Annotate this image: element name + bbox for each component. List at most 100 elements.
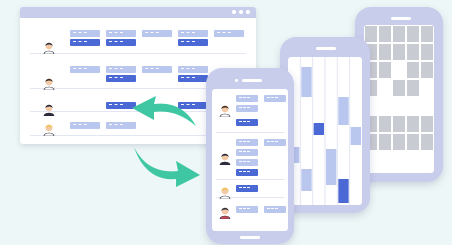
shift-block: [236, 159, 258, 166]
shift-block-highlighted: [236, 169, 258, 176]
shift-block: [236, 206, 258, 213]
row-divider: [216, 179, 284, 180]
schedule-bar: [326, 149, 337, 185]
placeholder-text-line: [239, 208, 250, 210]
window-dot-icon: [232, 10, 236, 14]
grid-cell: [407, 26, 419, 42]
person-avatar-icon: [43, 78, 55, 90]
grid-cell: [421, 134, 433, 150]
placeholder-text-line: [73, 32, 87, 34]
row-divider: [216, 132, 284, 133]
phone-camera-icon: [235, 79, 238, 82]
grid-cell: [393, 134, 405, 150]
grid-cell: [407, 134, 419, 150]
shift-block-highlighted: [178, 39, 208, 46]
shift-block-highlighted: [106, 39, 136, 46]
shift-block-highlighted: [236, 185, 258, 192]
placeholder-text-line: [73, 124, 87, 126]
placeholder-text-line: [239, 187, 250, 189]
shift-block: [70, 66, 100, 73]
schedule-grid: [289, 57, 361, 205]
shift-block: [236, 149, 258, 156]
shift-block-highlighted: [236, 119, 258, 126]
shift-block-highlighted: [70, 39, 100, 46]
shift-block: [214, 30, 244, 37]
schedule-grid: [365, 26, 433, 150]
placeholder-text-line: [239, 107, 250, 109]
window-dot-icon: [239, 10, 243, 14]
grid-cell: [407, 62, 419, 78]
shift-block: [236, 95, 258, 102]
grid-cell: [365, 26, 377, 42]
front-phone: [206, 68, 294, 244]
placeholder-text-line: [73, 68, 87, 70]
shift-block: [264, 206, 286, 213]
schedule-bar: [313, 123, 324, 135]
person-avatar-icon: [43, 42, 55, 54]
shift-block: [142, 30, 172, 37]
shift-block: [70, 122, 100, 129]
phone-speaker: [316, 47, 336, 50]
shift-block: [264, 95, 286, 102]
placeholder-text-line: [145, 32, 159, 34]
schedule-bar: [301, 169, 312, 191]
grid-cell: [379, 44, 391, 60]
grid-cell: [379, 62, 391, 78]
schedule-bar: [350, 127, 361, 145]
shift-block: [178, 66, 208, 73]
grid-cell: [393, 116, 405, 132]
person-avatar-icon: [43, 124, 55, 136]
placeholder-text-line: [239, 171, 250, 173]
person-avatar-icon: [219, 153, 231, 165]
placeholder-text-line: [239, 151, 250, 153]
placeholder-text-line: [109, 32, 123, 34]
grid-cell: [379, 116, 391, 132]
phone-speaker: [242, 79, 262, 82]
grid-cell: [393, 26, 405, 42]
shift-block: [236, 105, 258, 112]
placeholder-text-line: [109, 41, 123, 43]
shift-block: [236, 139, 258, 146]
placeholder-text-line: [145, 68, 159, 70]
shift-block: [106, 30, 136, 37]
grid-cell: [393, 80, 405, 96]
placeholder-text-line: [109, 124, 123, 126]
placeholder-text-line: [109, 77, 123, 79]
shift-block: [178, 30, 208, 37]
window-controls: [232, 10, 250, 14]
placeholder-text-line: [73, 41, 87, 43]
person-avatar-icon: [219, 105, 231, 117]
placeholder-text-line: [267, 208, 278, 210]
placeholder-text-line: [109, 104, 123, 106]
shift-block: [142, 66, 172, 73]
placeholder-text-line: [181, 68, 195, 70]
browser-titlebar: [20, 7, 256, 18]
grid-cell: [393, 44, 405, 60]
grid-cell: [421, 116, 433, 132]
placeholder-text-line: [239, 141, 250, 143]
grid-cell: [407, 44, 419, 60]
person-avatar-icon: [219, 187, 231, 199]
curved-arrow-right-icon: [134, 147, 200, 187]
grid-cell: [421, 62, 433, 78]
placeholder-text-line: [239, 121, 250, 123]
placeholder-text-line: [239, 161, 250, 163]
back-phone-screen: [364, 25, 434, 173]
placeholder-text-line: [267, 97, 278, 99]
schedule-bar: [338, 97, 349, 125]
shift-block-highlighted: [178, 75, 208, 82]
row-divider: [30, 53, 246, 54]
person-avatar-icon: [43, 104, 55, 116]
phone-speaker: [391, 17, 411, 20]
grid-cell: [407, 116, 419, 132]
grid-cell: [421, 26, 433, 42]
mobile-schedule-list: [212, 89, 288, 231]
grid-cell: [421, 44, 433, 60]
shift-block: [264, 139, 286, 146]
shift-block: [70, 30, 100, 37]
grid-cell: [379, 26, 391, 42]
window-dot-icon: [246, 10, 250, 14]
grid-cell: [379, 134, 391, 150]
illustration: [0, 0, 452, 245]
placeholder-text-line: [181, 41, 195, 43]
